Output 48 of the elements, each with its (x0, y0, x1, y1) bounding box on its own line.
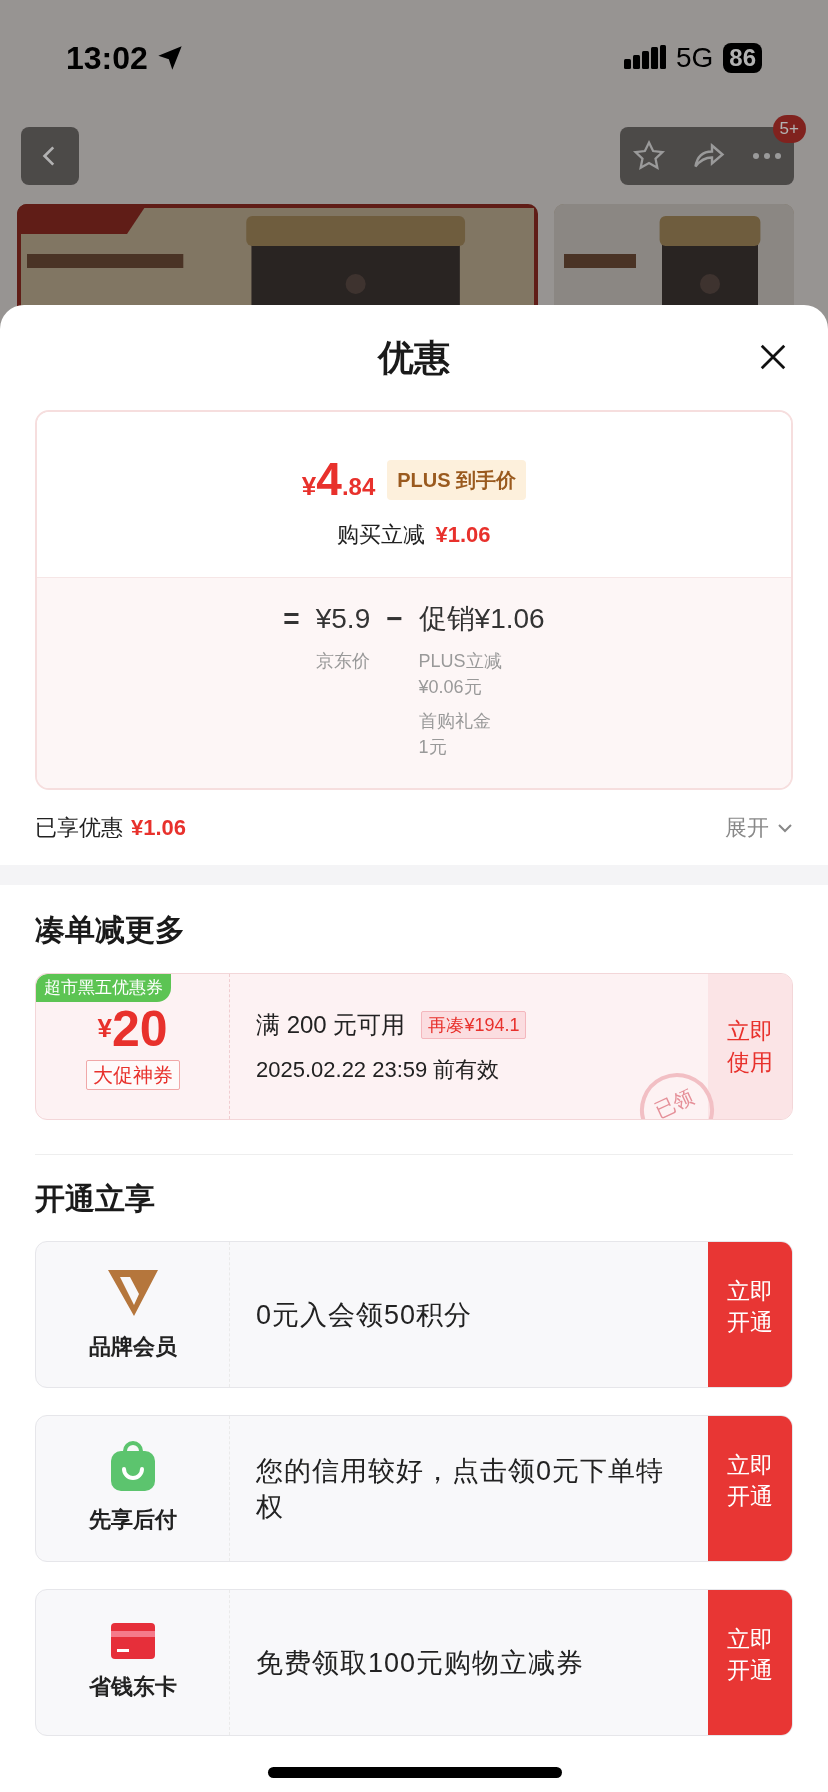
promo-detail-amount: ¥0.06元 (418, 676, 483, 699)
star-icon[interactable] (632, 139, 667, 173)
minus-sign: − (386, 603, 403, 634)
coupon-expiry: 2025.02.22 23:59 前有效 (256, 1056, 501, 1084)
signal-icon (623, 45, 666, 71)
activate-button[interactable]: 立即开通 (708, 1416, 792, 1561)
section-heading: 凑单减更多 (35, 911, 185, 948)
coupon-hint: 再凑¥194.1 (421, 1011, 527, 1039)
activate-button[interactable]: 立即开通 (708, 1242, 792, 1387)
use-coupon-button[interactable]: 立即使用 (708, 974, 792, 1119)
more-icon[interactable] (751, 152, 782, 160)
coupon-amount: 20 (111, 1004, 168, 1054)
bank-card-icon (109, 1622, 156, 1660)
close-icon (758, 342, 788, 372)
equals-sign: = (283, 603, 300, 634)
sheet-title: 优惠 (378, 335, 450, 380)
chevron-down-icon (777, 822, 793, 833)
coupon-badge: 大促神券 (85, 1060, 180, 1090)
coupon-currency: ¥ (97, 1013, 112, 1043)
offer-text: 您的信用较好，点击领0元下单特权 (256, 1454, 666, 1524)
shopping-bag-icon (108, 1441, 157, 1493)
offer-name: 省钱东卡 (88, 1673, 177, 1701)
status-time: 13:02 (66, 39, 148, 78)
network-label: 5G (675, 41, 714, 75)
coupon-tag: 超市黑五优惠券 (36, 974, 171, 1002)
promo-detail-name: 首购礼金 (418, 710, 492, 733)
enjoyed-value: ¥1.06 (131, 814, 187, 842)
offer-text: 免费领取100元购物立减券 (256, 1646, 585, 1680)
saving-value: ¥1.06 (435, 521, 491, 549)
promo-detail-amount: 1元 (418, 736, 448, 759)
base-price-label: 京东价 (315, 650, 371, 673)
offer-text: 0元入会领50积分 (256, 1298, 473, 1332)
coupon-condition: 满 200 元可用 (256, 1010, 406, 1040)
offer-name: 先享后付 (88, 1506, 177, 1534)
section-heading: 开通立享 (35, 1180, 155, 1217)
back-button[interactable] (21, 127, 79, 185)
base-price: ¥5.9 (315, 602, 371, 636)
promo-detail-name: PLUS立减 (418, 650, 503, 673)
final-price: ¥4.84 (301, 456, 376, 502)
battery-level: 86 (723, 43, 762, 73)
price-tag: PLUS 到手价 (387, 460, 527, 500)
offer-name: 品牌会员 (88, 1333, 177, 1361)
enjoyed-label: 已享优惠 (35, 814, 123, 842)
activate-button[interactable]: 立即开通 (708, 1590, 792, 1735)
promo-amount: 促销¥1.06 (418, 602, 545, 636)
notification-badge: 5+ (772, 115, 806, 143)
saving-label: 购买立减 (337, 521, 426, 549)
expand-button[interactable]: 展开 (725, 811, 793, 844)
